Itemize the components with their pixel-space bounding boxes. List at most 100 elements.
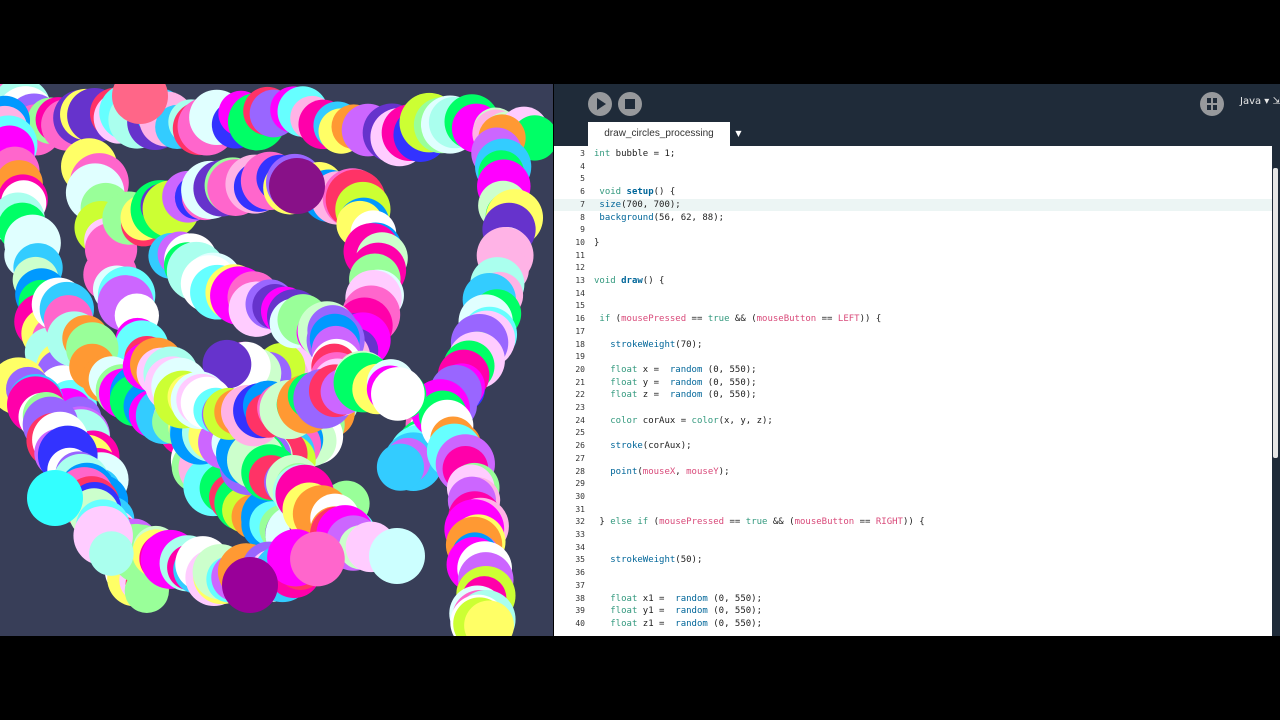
code-text: float z = random (0, 550); (610, 390, 757, 401)
stop-button[interactable] (618, 92, 642, 116)
code-line[interactable]: 32 } else if (mousePressed == true && (m… (554, 516, 1272, 529)
line-number: 11 (575, 250, 585, 260)
line-number: 31 (575, 504, 585, 514)
line-number: 37 (575, 580, 585, 590)
code-line[interactable]: 20 float x = random (0, 550); (554, 364, 1272, 377)
code-line[interactable]: 4 (554, 161, 1272, 174)
code-line[interactable]: 12 (554, 262, 1272, 275)
code-line[interactable]: 18 strokeWeight(70); (554, 339, 1272, 352)
toolbar: Java ▾ ⇲ (554, 84, 1280, 122)
tab-bar: draw_circles_processing ▼ (554, 122, 1280, 146)
code-line[interactable]: 27 (554, 453, 1272, 466)
code-line[interactable]: 7 size(700, 700); (554, 198, 1272, 212)
code-line[interactable]: 39 float y1 = random (0, 550); (554, 605, 1272, 618)
code-text: stroke(corAux); (610, 441, 692, 452)
line-number: 3 (580, 149, 585, 158)
tab-menu-arrow[interactable]: ▼ (731, 122, 746, 146)
line-number: 7 (580, 199, 585, 209)
line-number: 38 (575, 593, 585, 603)
play-icon (597, 98, 606, 110)
code-line[interactable]: 25 (554, 427, 1272, 440)
line-number: 12 (575, 263, 585, 273)
code-line[interactable]: 29 (554, 478, 1272, 491)
line-number: 39 (575, 606, 585, 616)
code-line[interactable]: 26 stroke(corAux); (554, 440, 1272, 453)
code-line[interactable]: 5 (554, 173, 1272, 186)
line-number: 32 (575, 517, 585, 527)
line-number: 5 (580, 174, 585, 184)
code-text: size(700, 700); (599, 199, 681, 210)
line-number: 29 (575, 479, 585, 489)
code-line[interactable]: 3 int bubble = 1; (554, 148, 1272, 161)
code-line[interactable]: 37 (554, 580, 1272, 593)
code-text: } else if (mousePressed == true && (mous… (594, 517, 925, 528)
code-line[interactable]: 40 float z1 = random (0, 550); (554, 618, 1272, 631)
line-number: 4 (580, 161, 585, 171)
code-line[interactable]: 19 (554, 351, 1272, 364)
code-text: float y1 = random (0, 550); (610, 606, 762, 617)
line-number: 26 (575, 441, 585, 451)
code-text: float z1 = random (0, 550); (610, 618, 762, 629)
line-number: 30 (575, 491, 585, 501)
line-number: 10 (575, 237, 585, 247)
paint-circle (222, 557, 278, 613)
line-number: 35 (575, 555, 585, 565)
line-number: 28 (575, 466, 585, 476)
code-line[interactable]: 30 (554, 491, 1272, 504)
editor-scrollbar[interactable] (1272, 146, 1280, 636)
debug-button[interactable] (1200, 92, 1224, 116)
code-line[interactable]: 9 (554, 224, 1272, 237)
code-line[interactable]: 6 void setup() { (554, 186, 1272, 199)
code-text: void draw() { (594, 276, 665, 286)
paint-circle (269, 158, 325, 214)
sketch-canvas[interactable] (0, 84, 553, 636)
mode-selector[interactable]: Java ▾ ⇲ (1240, 96, 1280, 107)
line-number: 24 (575, 415, 585, 425)
code-text: } (594, 237, 600, 248)
code-line[interactable]: 31 (554, 504, 1272, 517)
code-line[interactable]: 15 (554, 300, 1272, 313)
circles-drawing (0, 84, 553, 636)
code-line[interactable]: 17 (554, 326, 1272, 339)
code-line[interactable]: 38 float x1 = random (0, 550); (554, 593, 1272, 606)
code-line[interactable]: 28 point(mouseX, mouseY); (554, 466, 1272, 479)
line-number: 34 (575, 542, 585, 552)
code-line[interactable]: 21 float y = random (0, 550); (554, 377, 1272, 390)
code-text: color corAux = color(x, y, z); (610, 415, 773, 426)
code-text: if (mousePressed == true && (mouseButton… (599, 314, 882, 325)
butterfly-icon (1207, 98, 1217, 110)
paint-circle (369, 528, 425, 584)
line-number: 16 (575, 314, 585, 324)
code-line[interactable]: 13 void draw() { (554, 275, 1272, 288)
code-text: float x1 = random (0, 550); (610, 593, 762, 604)
code-line[interactable]: 35 strokeWeight(50); (554, 554, 1272, 567)
code-editor[interactable]: 3 int bubble = 1; 4 5 6 void setup() {7 size… (554, 146, 1272, 636)
code-line[interactable]: 16 if (mousePressed == true && (mouseBut… (554, 313, 1272, 326)
code-line[interactable]: 24 color corAux = color(x, y, z); (554, 415, 1272, 428)
code-line[interactable]: 34 (554, 542, 1272, 555)
line-number: 9 (580, 225, 585, 235)
code-line[interactable]: 23 (554, 402, 1272, 415)
code-line[interactable]: 10} (554, 237, 1272, 250)
code-text: point(mouseX, mouseY); (610, 466, 730, 477)
code-line[interactable]: 22 float z = random (0, 550); (554, 389, 1272, 402)
code-text: background(56, 62, 88); (599, 212, 725, 223)
scrollbar-thumb[interactable] (1273, 168, 1278, 458)
code-text: float y = random (0, 550); (610, 377, 757, 388)
code-line[interactable]: 14 (554, 288, 1272, 301)
code-line[interactable]: 36 (554, 567, 1272, 580)
code-text: strokeWeight(50); (610, 555, 703, 566)
run-button[interactable] (588, 92, 612, 116)
paint-circle (89, 531, 134, 576)
paint-circle (371, 367, 425, 421)
code-text: void setup() { (599, 187, 676, 198)
line-number: 40 (575, 618, 585, 628)
tab-draw-circles-processing[interactable]: draw_circles_processing (588, 122, 730, 146)
code-line[interactable]: 11 (554, 250, 1272, 263)
code-line[interactable]: 33 (554, 529, 1272, 542)
processing-ide: Java ▾ ⇲ draw_circles_processing ▼ 3 int … (554, 84, 1280, 636)
line-number: 18 (575, 339, 585, 349)
code-line[interactable]: 8 background(56, 62, 88); (554, 212, 1272, 225)
paint-circle (376, 443, 424, 491)
line-number: 19 (575, 352, 585, 362)
